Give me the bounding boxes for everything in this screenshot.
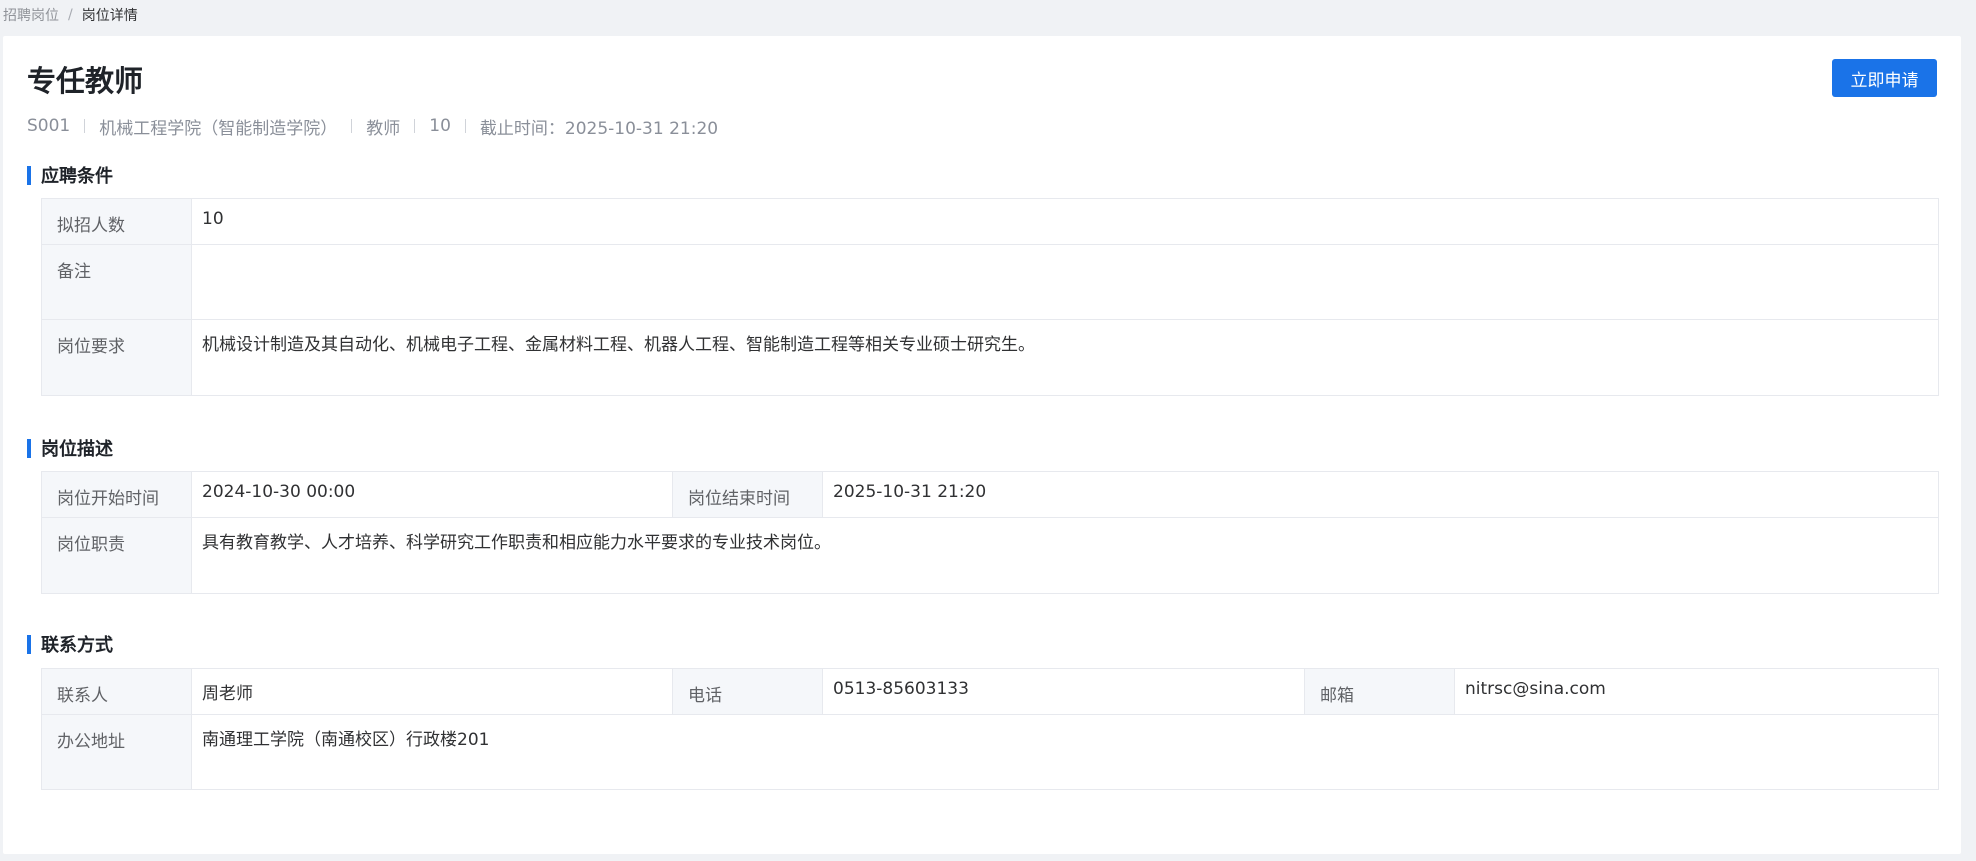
job-deadline: 截止时间：2025-10-31 21:20	[479, 118, 719, 139]
job-count: 10	[429, 116, 451, 136]
phone-label: 电话	[672, 668, 823, 715]
duty-label: 岗位职责	[41, 517, 192, 594]
job-code: S001	[27, 116, 71, 136]
breadcrumb-link-jobs[interactable]: 招聘岗位	[3, 5, 59, 25]
section-accent-bar	[27, 634, 31, 654]
description-table: 岗位开始时间 2024-10-30 00:00 岗位结束时间 2025-10-3…	[41, 471, 1939, 594]
requirements-table: 拟招人数 10 备注 岗位要求 机械设计制造及其自动化、机械电子工程、金属材料工…	[41, 198, 1939, 396]
email-value: nitrsc@sina.com	[1454, 668, 1939, 715]
section-accent-bar	[27, 438, 31, 458]
breadcrumb: 招聘岗位 / 岗位详情	[3, 0, 138, 30]
job-meta: S001 机械工程学院（智能制造学院） 教师 10 截止时间：2025-10-3…	[27, 114, 719, 139]
contact-person-label: 联系人	[41, 668, 192, 715]
section-accent-bar	[27, 165, 31, 185]
meta-divider	[351, 119, 353, 133]
meta-divider	[84, 119, 86, 133]
start-time-label: 岗位开始时间	[41, 471, 192, 518]
contact-person-value: 周老师	[191, 668, 673, 715]
remark-value	[191, 244, 1939, 320]
section-title-requirements: 应聘条件	[27, 164, 113, 187]
section-title-text: 应聘条件	[41, 166, 113, 187]
address-label: 办公地址	[41, 714, 192, 790]
headcount-value: 10	[191, 198, 1939, 245]
meta-divider	[414, 119, 416, 133]
headcount-label: 拟招人数	[41, 198, 192, 245]
contact-table: 联系人 周老师 电话 0513-85603133 邮箱 nitrsc@sina.…	[41, 668, 1939, 790]
requirement-value: 机械设计制造及其自动化、机械电子工程、金属材料工程、机器人工程、智能制造工程等相…	[191, 319, 1939, 396]
start-time-value: 2024-10-30 00:00	[191, 471, 673, 518]
apply-button[interactable]: 立即申请	[1832, 59, 1937, 97]
remark-label: 备注	[41, 244, 192, 320]
duty-value: 具有教育教学、人才培养、科学研究工作职责和相应能力水平要求的专业技术岗位。	[191, 517, 1939, 594]
breadcrumb-current: 岗位详情	[81, 8, 138, 24]
breadcrumb-separator: /	[68, 7, 73, 23]
section-title-description: 岗位描述	[27, 437, 113, 460]
end-time-value: 2025-10-31 21:20	[822, 471, 1939, 518]
email-label: 邮箱	[1304, 668, 1455, 715]
section-title-text: 岗位描述	[41, 439, 113, 460]
requirement-label: 岗位要求	[41, 319, 192, 396]
section-title-contact: 联系方式	[27, 633, 113, 656]
page-title: 专任教师	[27, 64, 144, 98]
meta-divider	[464, 119, 466, 133]
address-value: 南通理工学院（南通校区）行政楼201	[191, 714, 1939, 790]
job-department: 机械工程学院（智能制造学院）	[99, 118, 338, 139]
job-category: 教师	[366, 118, 401, 139]
job-detail-card: 专任教师 立即申请 S001 机械工程学院（智能制造学院） 教师 10 截止时间…	[3, 36, 1961, 854]
phone-value: 0513-85603133	[822, 668, 1305, 715]
section-title-text: 联系方式	[41, 635, 113, 656]
end-time-label: 岗位结束时间	[672, 471, 823, 518]
